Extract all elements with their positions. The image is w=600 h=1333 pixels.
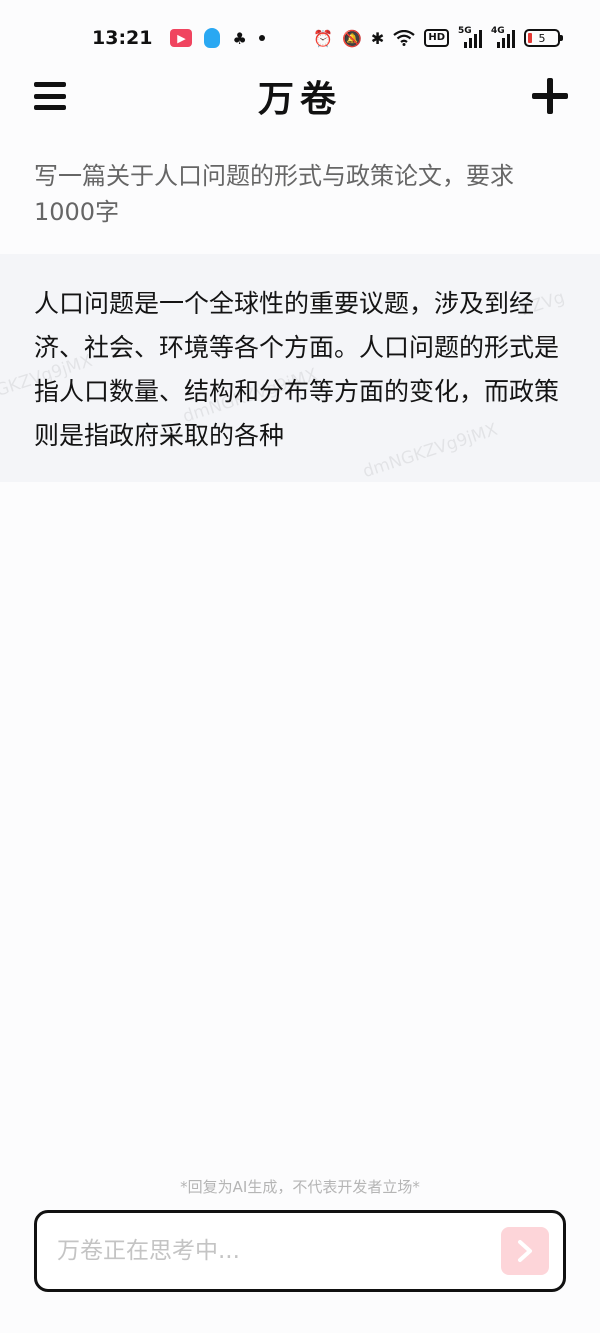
chat-input-box xyxy=(34,1210,566,1292)
wifi-icon xyxy=(393,30,416,46)
menu-icon[interactable] xyxy=(34,82,66,110)
app-header: 万卷 xyxy=(0,66,600,126)
system-icons: ⏰ 🔕 ✱ HD 5G 4G 5 xyxy=(313,26,563,48)
chat-input[interactable] xyxy=(57,1238,501,1264)
signal-5g-icon: 5G xyxy=(458,26,482,48)
send-button[interactable] xyxy=(501,1227,549,1275)
page-title: 万卷 xyxy=(257,78,342,120)
cherry-app-icon: ♣ xyxy=(232,28,247,48)
assistant-response-text: 人口问题是一个全球性的重要议题，涉及到经济、社会、环境等各个方面。人口问题的形式… xyxy=(34,289,560,450)
alarm-icon: ⏰ xyxy=(313,28,333,48)
more-notifications-dot-icon xyxy=(258,35,265,41)
chevron-right-icon xyxy=(518,1240,532,1262)
notification-icons: ▶ ♣ xyxy=(170,28,265,48)
hd-network-icon: HD xyxy=(424,29,449,47)
battery-icon: 5 xyxy=(524,29,563,47)
ai-disclaimer: *回复为AI生成，不代表开发者立场* xyxy=(180,1178,420,1196)
signal-4g-icon: 4G xyxy=(491,26,515,48)
user-message: 写一篇关于人口问题的形式与政策论文，要求1000字 xyxy=(34,162,514,226)
bluetooth-icon: ✱ xyxy=(370,28,385,48)
bell-muted-icon: 🔕 xyxy=(342,28,362,48)
status-time: 13:21 xyxy=(92,27,153,49)
assistant-message: GKZVg9jMX dmNGKZVg9jMX dmNGKZVg9jMX KZVg… xyxy=(0,254,600,482)
status-bar: 13:21 ▶ ♣ ⏰ 🔕 ✱ HD 5G 4G 5 xyxy=(0,0,600,76)
qq-icon xyxy=(204,28,221,48)
new-chat-plus-icon[interactable] xyxy=(532,78,568,114)
video-app-icon: ▶ xyxy=(170,29,193,47)
